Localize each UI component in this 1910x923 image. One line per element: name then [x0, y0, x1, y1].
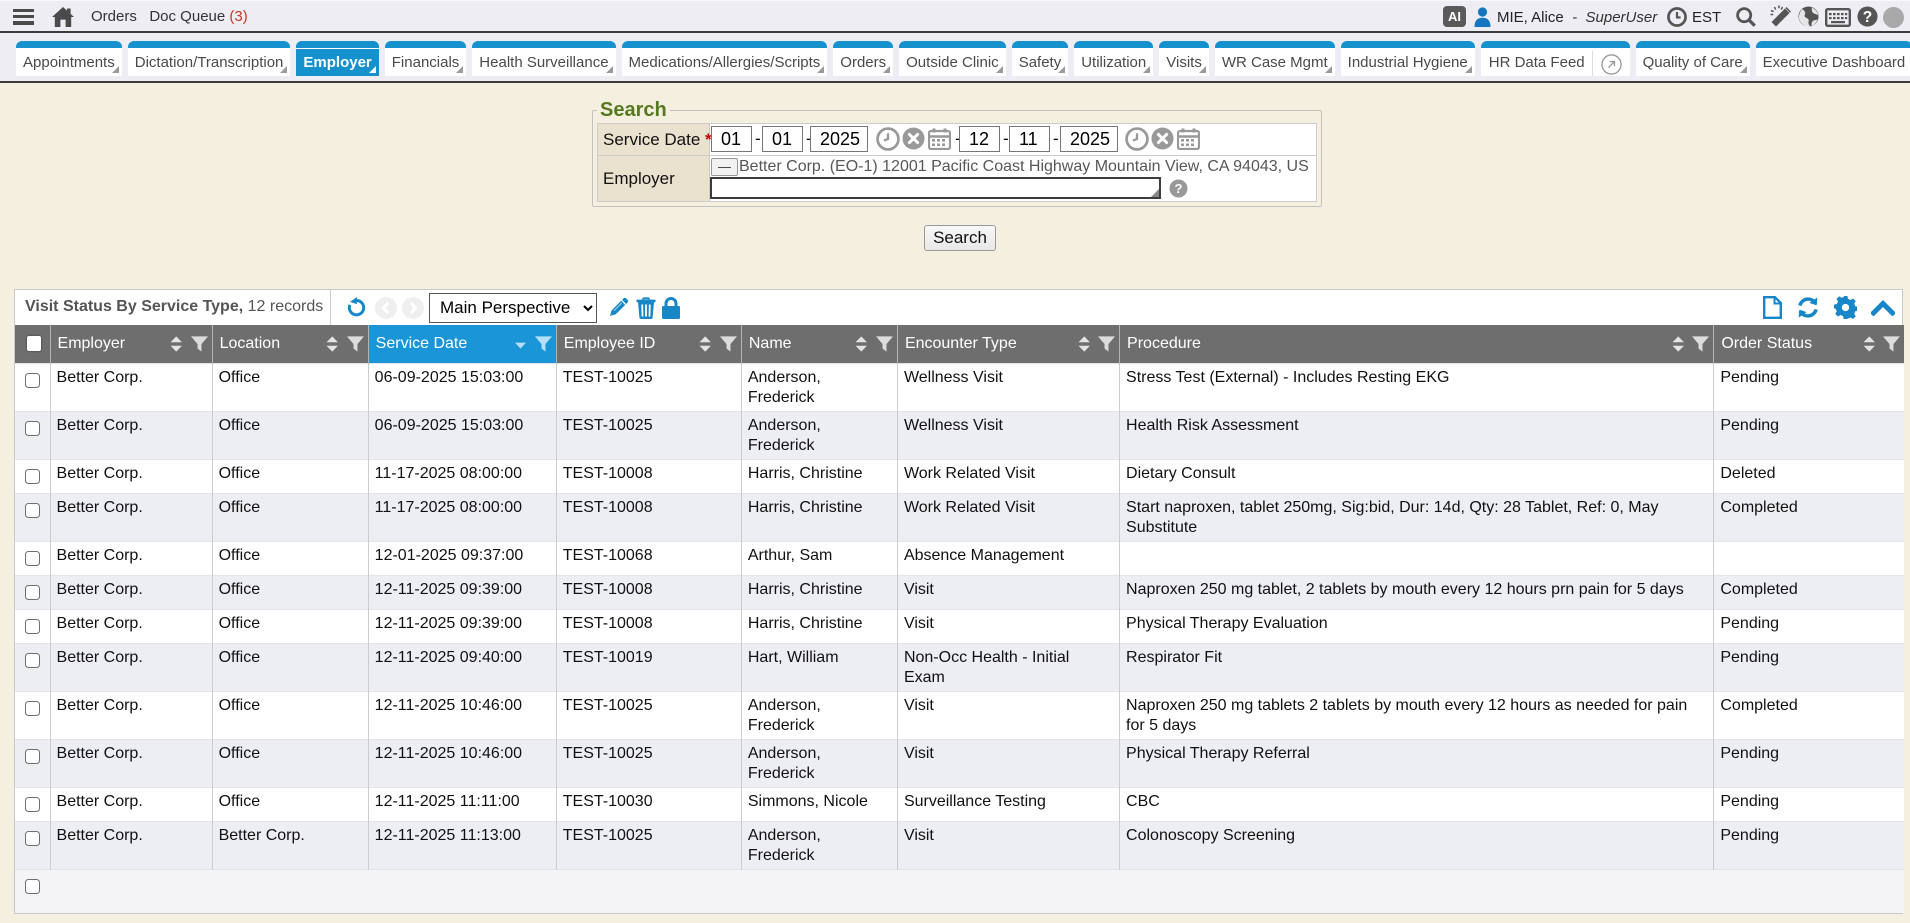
svg-text:?: ?: [1863, 9, 1872, 26]
svg-text:?: ?: [1175, 181, 1183, 196]
